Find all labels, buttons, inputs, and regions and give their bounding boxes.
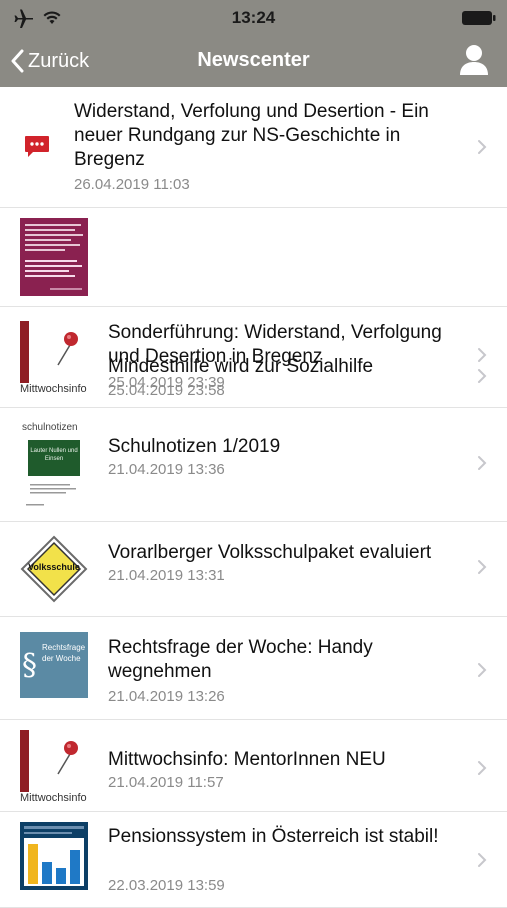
news-date: 21.04.2019 13:31 [108, 567, 225, 584]
news-title: Rechtsfrage der Woche: Handy wegnehmen [108, 637, 373, 682]
chevron-right-icon [478, 140, 487, 154]
news-date: 22.03.2019 13:59 [108, 877, 225, 894]
news-item[interactable]: Mittwochsinfo Sonderführung: Widerstand,… [0, 307, 507, 408]
news-item[interactable]: Mindesthilfe wird zur Sozialhilfe 25.04.… [0, 208, 507, 399]
news-date: 21.04.2019 13:36 [108, 461, 225, 478]
message-icon [25, 136, 49, 157]
news-date: 26.04.2019 11:03 [74, 176, 190, 193]
user-icon[interactable] [459, 44, 489, 76]
nav-bar: Zurück Newscenter [0, 36, 507, 87]
chevron-right-icon [478, 663, 487, 677]
status-time: 13:24 [231, 8, 276, 27]
news-title: Widerstand, Verfolung und Desertion - Ei… [74, 101, 429, 170]
news-item[interactable]: schulnotizen Lauter Nullen und Einsen Sc… [0, 408, 507, 522]
header-bar: 13:24 Zurück Newscenter [0, 0, 507, 87]
news-item[interactable]: § Rechtsfrage der Woche Rechtsfrage der … [0, 617, 507, 720]
thumbnail-label: Mittwochsinfo [20, 792, 87, 804]
bar-chart-thumbnail [20, 822, 88, 890]
rechtsfrage-thumbnail: § Rechtsfrage der Woche [20, 632, 88, 698]
battery-icon [462, 11, 496, 25]
chevron-right-icon [478, 560, 487, 574]
thumbnail-label: Rechtsfrage der Woche [42, 643, 86, 663]
volksschule-sign-thumbnail: Volksschule [20, 531, 88, 609]
news-date: 21.04.2019 13:26 [108, 688, 225, 705]
news-item[interactable]: Pensionssystem in Österreich ist stabil!… [0, 812, 507, 908]
mittwochsinfo-thumbnail: Mittwochsinfo [20, 321, 88, 399]
news-date: 25.04.2019 23:39 [108, 374, 225, 391]
news-title: Schulnotizen 1/2019 [108, 436, 281, 457]
text-poster-thumbnail [20, 218, 88, 296]
news-item[interactable]: Mittwochsinfo Mittwochsinfo: MentorInnen… [0, 720, 507, 812]
news-title: Mittwochsinfo: MentorInnen NEU [108, 749, 386, 770]
news-title: Vorarlberger Volksschulpaket evaluiert [108, 542, 432, 563]
chevron-right-icon [478, 853, 487, 867]
news-item[interactable]: Widerstand, Verfolung und Desertion - Ei… [0, 87, 507, 208]
thumbnail-label: Volksschule [28, 562, 80, 572]
news-item[interactable]: Volksschule Vorarlberger Volksschulpaket… [0, 522, 507, 617]
chevron-right-icon [478, 456, 487, 470]
news-date: 21.04.2019 11:57 [108, 774, 224, 791]
page-title: Newscenter [197, 49, 310, 71]
status-bar: 13:24 [0, 0, 507, 36]
thumbnail-label: Mittwochsinfo [20, 383, 87, 395]
news-list: Widerstand, Verfolung und Desertion - Ei… [0, 87, 507, 908]
chevron-right-icon [478, 348, 487, 362]
chevron-right-icon [478, 761, 487, 775]
news-title: Sonderführung: Widerstand, Verfolgung un… [108, 322, 442, 367]
news-title: Pensionssystem in Österreich ist stabil! [108, 826, 439, 847]
mittwochsinfo-thumbnail: Mittwochsinfo [20, 730, 88, 808]
schulnotizen-thumbnail: schulnotizen Lauter Nullen und Einsen [20, 422, 88, 510]
